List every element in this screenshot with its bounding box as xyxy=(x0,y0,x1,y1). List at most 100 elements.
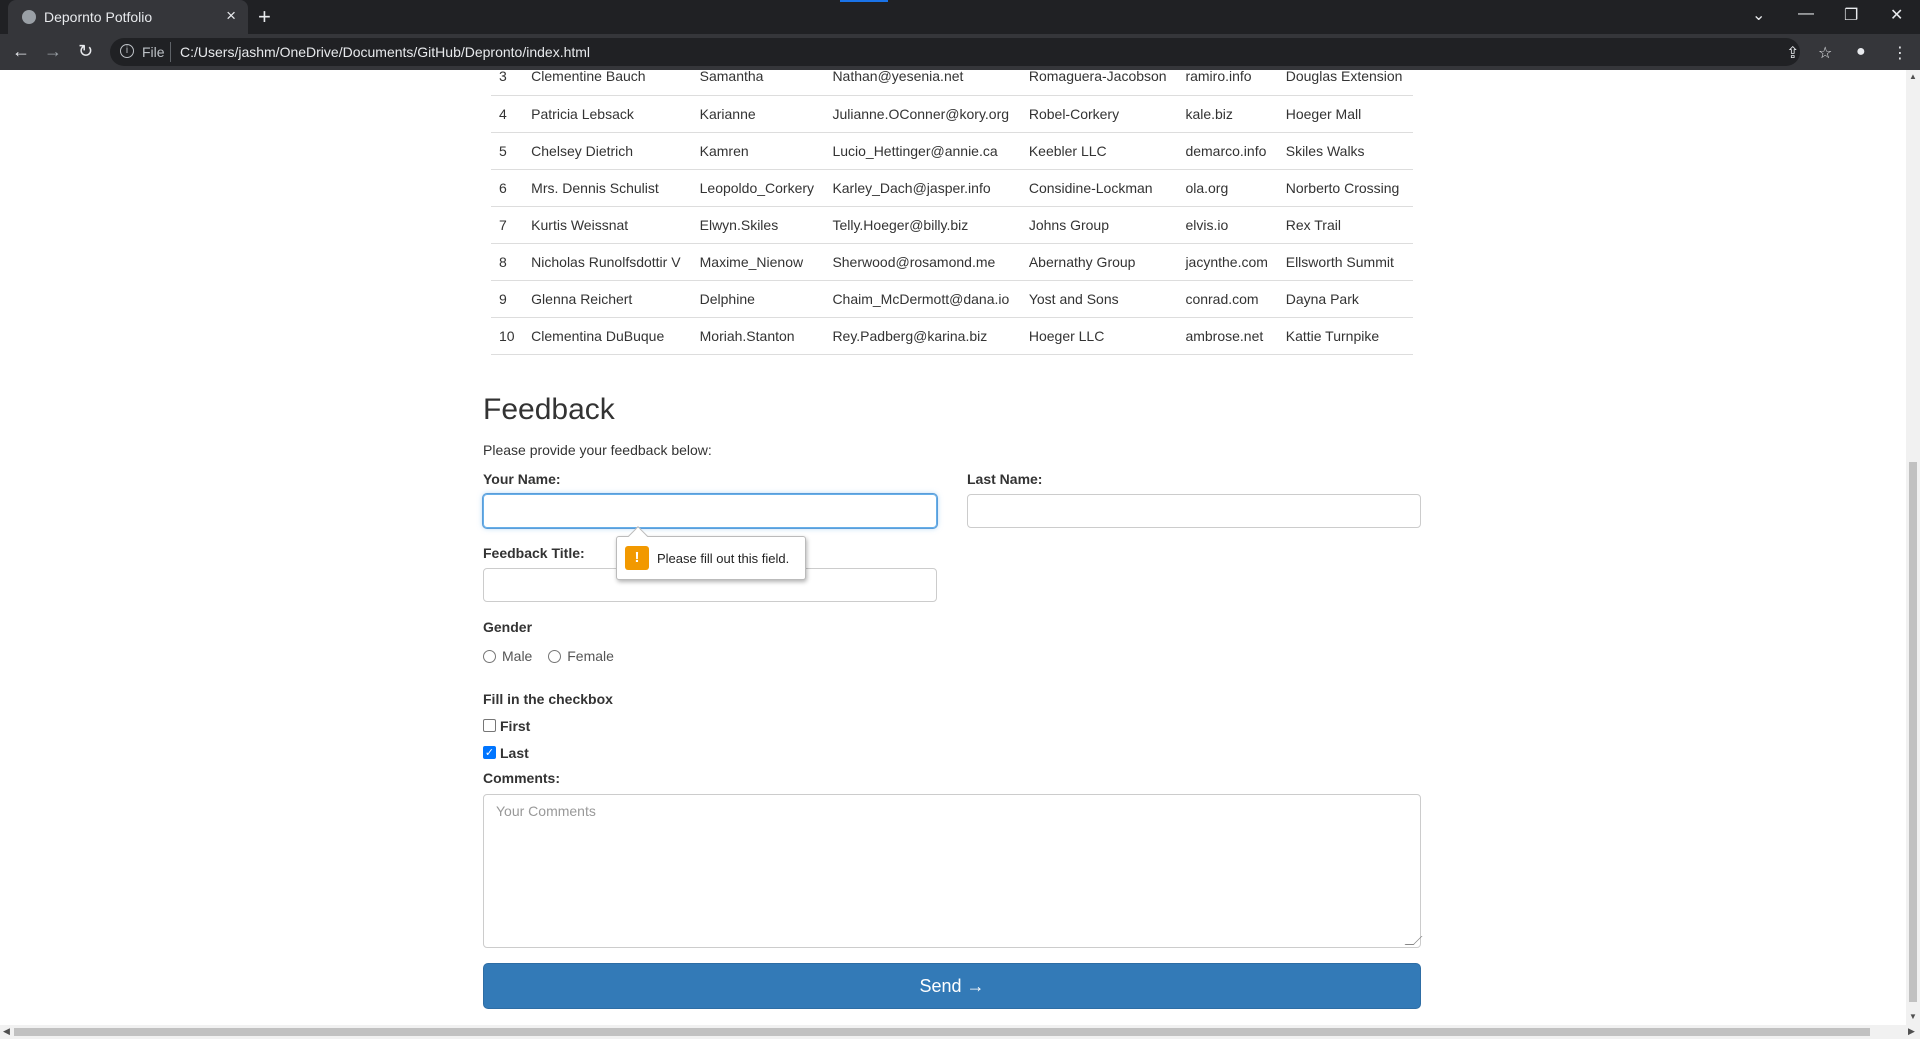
validation-tooltip: ! Please fill out this field. xyxy=(616,526,806,580)
table-row: 4 Patricia Lebsack Karianne Julianne.OConne… xyxy=(491,95,1413,133)
comments-placeholder: Your Comments xyxy=(496,803,596,819)
your-name-input[interactable] xyxy=(482,493,938,529)
cell-username: Delphine xyxy=(691,280,825,318)
browser-tab-bar: Depornto Potfolio × + ⌄ — ❐ ✕ xyxy=(0,0,1920,34)
last-name-label: Last Name: xyxy=(967,471,1043,487)
cell-id: 3 xyxy=(491,70,524,96)
cell-website: ola.org xyxy=(1177,169,1278,207)
browser-tab[interactable]: Depornto Potfolio × xyxy=(8,0,248,34)
scroll-right-icon[interactable]: ▶ xyxy=(1908,1026,1915,1037)
cell-name: Clementine Bauch xyxy=(523,70,692,96)
minimize-icon[interactable]: — xyxy=(1798,5,1814,23)
cell-website: elvis.io xyxy=(1177,206,1278,244)
cell-website: ramiro.info xyxy=(1177,70,1278,96)
horizontal-scroll-thumb[interactable] xyxy=(14,1028,1870,1036)
cell-street: Skiles Walks xyxy=(1277,132,1413,170)
table-row: 3 Clementine Bauch Samantha Nathan@yesenia.… xyxy=(491,70,1413,96)
last-checkbox-label: Last xyxy=(500,745,529,761)
send-button[interactable]: Send → xyxy=(483,963,1421,1009)
cell-id: 9 xyxy=(491,280,524,318)
last-checkbox[interactable]: ✓ xyxy=(483,746,496,759)
checkbox-heading: Fill in the checkbox xyxy=(483,691,613,707)
cell-company: Johns Group xyxy=(1020,206,1178,244)
cell-id: 7 xyxy=(491,206,524,244)
cell-email: Karley_Dach@jasper.info xyxy=(824,169,1021,207)
tab-search-icon[interactable]: ⌄ xyxy=(1752,5,1765,25)
tab-close-icon[interactable]: × xyxy=(226,6,236,26)
gender-options: Male Female xyxy=(483,648,614,664)
male-radio[interactable] xyxy=(483,650,496,663)
menu-icon[interactable]: ⋮ xyxy=(1892,43,1908,63)
cell-website: ambrose.net xyxy=(1177,317,1278,355)
cell-email: Telly.Hoeger@billy.biz xyxy=(824,206,1021,244)
vertical-scroll-thumb[interactable] xyxy=(1909,462,1917,1002)
cell-username: Moriah.Stanton xyxy=(691,317,825,355)
horizontal-scrollbar[interactable]: ◀ ▶ xyxy=(0,1025,1920,1039)
cell-name: Nicholas Runolfsdottir V xyxy=(523,243,692,281)
bookmark-star-icon[interactable]: ☆ xyxy=(1818,43,1832,63)
share-icon[interactable]: ⇪ xyxy=(1786,43,1799,63)
cell-name: Chelsey Dietrich xyxy=(523,132,692,170)
gender-male-option[interactable]: Male xyxy=(483,648,532,664)
cell-email: Nathan@yesenia.net xyxy=(824,70,1021,96)
female-radio[interactable] xyxy=(548,650,562,663)
last-name-input[interactable] xyxy=(967,494,1421,528)
female-label: Female xyxy=(567,648,614,664)
comments-label: Comments: xyxy=(483,770,561,786)
cell-email: Julianne.OConner@kory.org xyxy=(824,95,1021,133)
close-window-icon[interactable]: ✕ xyxy=(1890,5,1903,25)
back-icon[interactable]: ← xyxy=(12,41,30,62)
profile-icon[interactable]: ● xyxy=(1856,43,1866,61)
page-viewport: 3 Clementine Bauch Samantha Nathan@yesenia.… xyxy=(0,70,1906,1025)
cell-company: Hoeger LLC xyxy=(1020,317,1178,355)
scroll-left-icon[interactable]: ◀ xyxy=(3,1026,10,1037)
first-checkbox[interactable] xyxy=(483,719,496,732)
vertical-scrollbar[interactable]: ▲ ▼ xyxy=(1906,70,1920,1025)
cell-id: 10 xyxy=(491,317,524,355)
cell-name: Patricia Lebsack xyxy=(523,95,692,133)
cell-username: Kamren xyxy=(691,132,825,170)
cell-name: Glenna Reichert xyxy=(523,280,692,318)
url-text[interactable]: C:/Users/jashm/OneDrive/Documents/GitHub… xyxy=(180,44,590,60)
cell-company: Keebler LLC xyxy=(1020,132,1178,170)
table-row: 8 Nicholas Runolfsdottir V Maxime_Nienow Sh… xyxy=(491,243,1413,281)
gender-female-option[interactable]: Female xyxy=(548,648,614,664)
warning-icon: ! xyxy=(625,546,649,570)
comments-textarea[interactable]: Your Comments xyxy=(483,794,1423,948)
info-icon[interactable]: i xyxy=(120,44,134,58)
omnibox-separator xyxy=(170,42,171,62)
cell-email: Lucio_Hettinger@annie.ca xyxy=(824,132,1021,170)
cell-website: jacynthe.com xyxy=(1177,243,1278,281)
cell-username: Elwyn.Skiles xyxy=(691,206,825,244)
cell-username: Karianne xyxy=(691,95,825,133)
feedback-heading: Feedback xyxy=(483,393,615,426)
cell-street: Norberto Crossing xyxy=(1277,169,1413,207)
scroll-up-icon[interactable]: ▲ xyxy=(1909,72,1917,81)
scroll-down-icon[interactable]: ▼ xyxy=(1909,1012,1917,1021)
resize-grip-icon[interactable] xyxy=(1404,936,1423,945)
reload-icon[interactable]: ↻ xyxy=(78,41,93,62)
cell-name: Mrs. Dennis Schulist xyxy=(523,169,692,207)
restore-icon[interactable]: ❐ xyxy=(1844,5,1858,25)
cell-company: Considine-Lockman xyxy=(1020,169,1178,207)
validation-message: Please fill out this field. xyxy=(657,551,790,566)
cell-company: Yost and Sons xyxy=(1020,280,1178,318)
male-label: Male xyxy=(502,648,533,664)
scheme-label: File xyxy=(142,44,165,60)
cell-street: Hoeger Mall xyxy=(1277,95,1413,133)
table-row: 9 Glenna Reichert Delphine Chaim_McDermott@… xyxy=(491,280,1413,318)
cell-street: Ellsworth Summit xyxy=(1277,243,1413,281)
cell-company: Romaguera-Jacobson xyxy=(1020,70,1178,96)
cell-website: kale.biz xyxy=(1177,95,1278,133)
feedback-intro: Please provide your feedback below: xyxy=(483,442,712,458)
cell-website: conrad.com xyxy=(1177,280,1278,318)
cell-username: Samantha xyxy=(691,70,825,96)
cell-id: 6 xyxy=(491,169,524,207)
new-tab-icon[interactable]: + xyxy=(258,4,271,30)
cell-street: Douglas Extension xyxy=(1277,70,1413,96)
users-table: 3 Clementine Bauch Samantha Nathan@yesenia.… xyxy=(491,70,1413,355)
address-bar[interactable]: i File C:/Users/jashm/OneDrive/Documents… xyxy=(110,38,1800,66)
tab-title: Depornto Potfolio xyxy=(44,9,153,25)
table-row: 6 Mrs. Dennis Schulist Leopoldo_Corkery Kar… xyxy=(491,169,1413,207)
forward-icon[interactable]: → xyxy=(44,41,62,62)
